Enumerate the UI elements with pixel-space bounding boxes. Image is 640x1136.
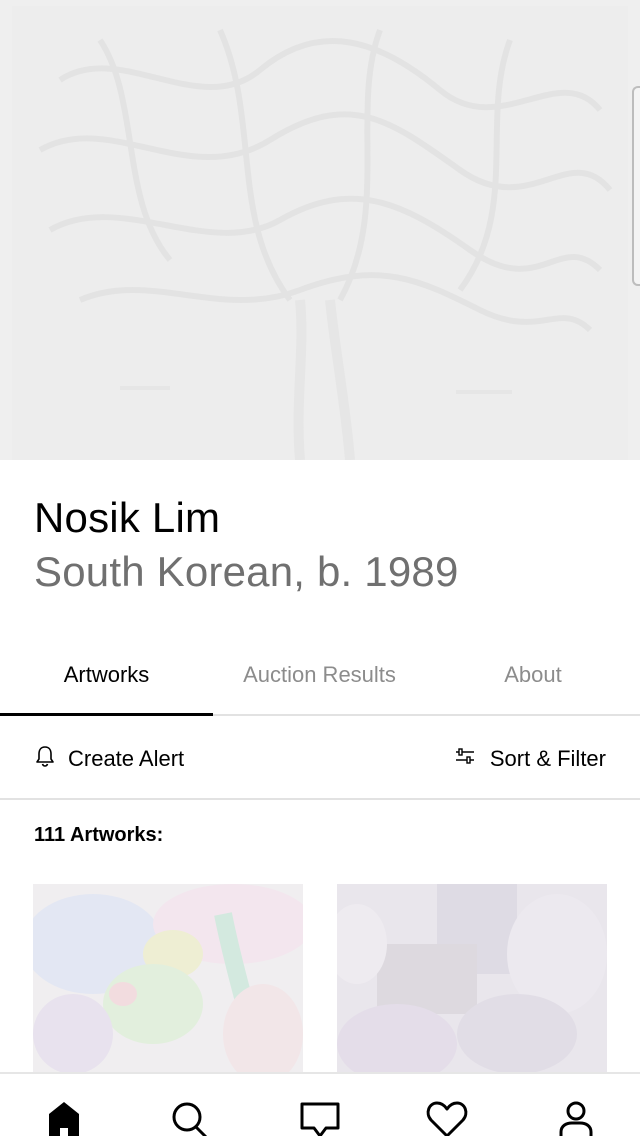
nav-home[interactable] xyxy=(39,1100,89,1136)
nav-profile[interactable] xyxy=(551,1100,601,1136)
nav-search[interactable] xyxy=(165,1100,215,1136)
tab-about[interactable]: About xyxy=(426,648,640,716)
bottom-navigation xyxy=(0,1072,640,1136)
home-icon xyxy=(47,1100,81,1136)
artwork-thumbnail[interactable] xyxy=(337,884,607,1084)
image-scroll-handle[interactable] xyxy=(632,86,640,286)
tab-auction-results-label: Auction Results xyxy=(243,662,396,687)
artwork-thumbnail[interactable] xyxy=(33,884,303,1084)
artworks-toolbar: Create Alert Sort & Filter xyxy=(0,718,640,800)
sort-filter-label: Sort & Filter xyxy=(489,746,606,771)
tab-artworks[interactable]: Artworks xyxy=(0,648,213,716)
tab-artworks-label: Artworks xyxy=(63,662,150,687)
search-icon xyxy=(170,1100,210,1136)
tab-about-label: About xyxy=(504,662,562,687)
nav-inbox[interactable] xyxy=(295,1100,345,1136)
create-alert-label: Create Alert xyxy=(68,746,185,771)
heart-icon xyxy=(425,1100,469,1136)
artist-hero-image xyxy=(0,0,640,460)
active-tab-indicator xyxy=(0,713,213,716)
bell-icon xyxy=(34,744,56,774)
sliders-icon xyxy=(454,746,476,772)
artist-name: Nosik Lim xyxy=(34,494,221,541)
artworks-count: 111 Artworks: xyxy=(34,824,164,846)
artist-nationality-birth: South Korean, b. 1989 xyxy=(34,548,459,595)
inbox-icon xyxy=(298,1100,342,1136)
person-icon xyxy=(558,1100,594,1136)
tab-auction-results[interactable]: Auction Results xyxy=(213,648,426,716)
create-alert-button[interactable]: Create Alert xyxy=(34,744,184,774)
sort-filter-button[interactable]: Sort & Filter xyxy=(454,746,606,772)
nav-saves[interactable] xyxy=(422,1100,472,1136)
artist-tabs: Artworks Auction Results About xyxy=(0,648,640,716)
